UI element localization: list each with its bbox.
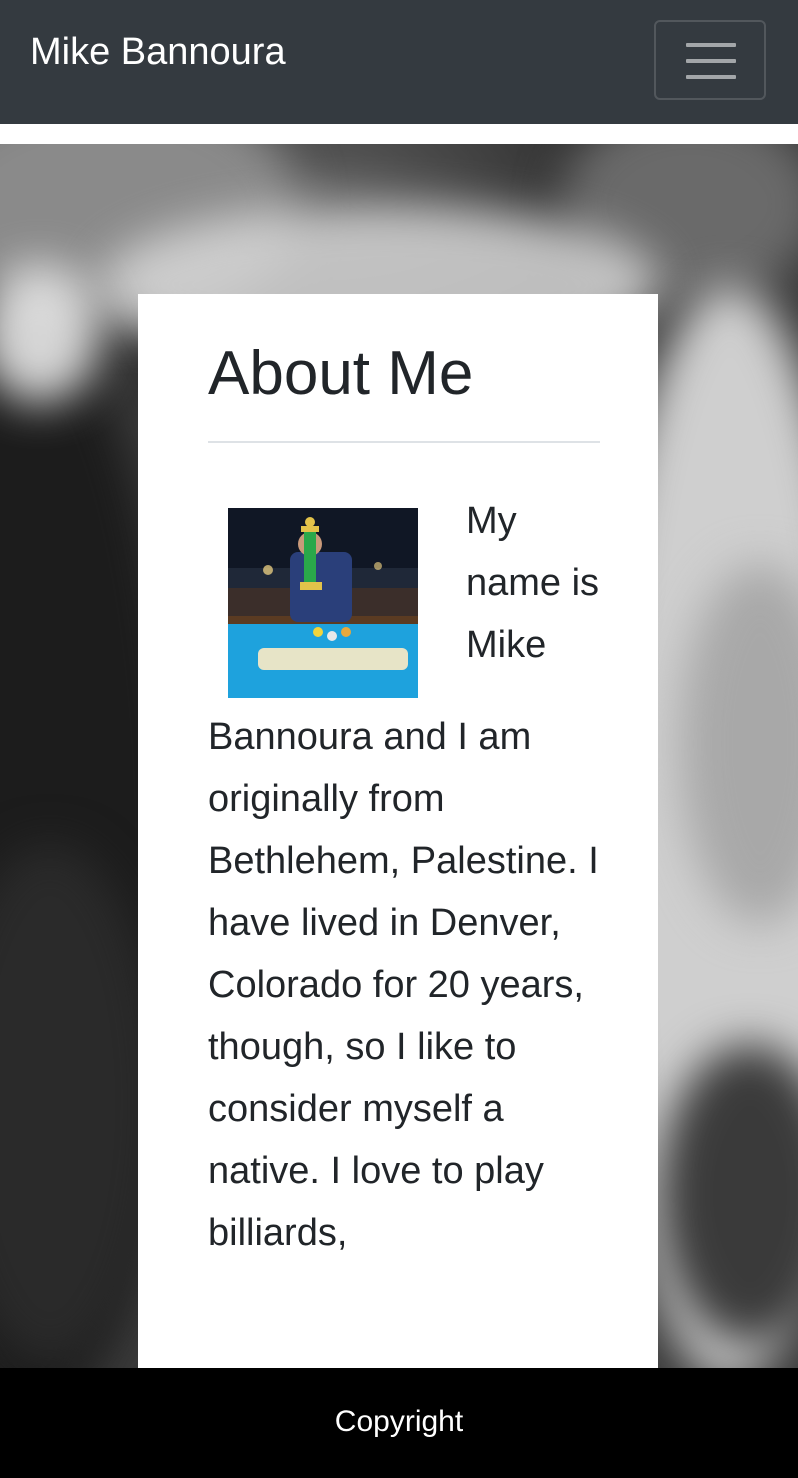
profile-photo (228, 508, 418, 698)
title-divider (208, 441, 600, 443)
about-title: About Me (208, 339, 474, 408)
about-body: My name is Mike Bannoura and I am origin… (208, 490, 600, 1264)
copyright-text: Copyright (334, 1405, 464, 1438)
brand-link[interactable]: Mike Bannoura (30, 30, 286, 74)
about-card: About Me My name is Mike Bannoura and I … (138, 294, 658, 1368)
hamburger-menu-icon (686, 41, 736, 81)
navbar-toggler-button[interactable] (654, 20, 766, 100)
footer: Copyright (0, 1368, 798, 1478)
navbar: Mike Bannoura (0, 0, 798, 124)
